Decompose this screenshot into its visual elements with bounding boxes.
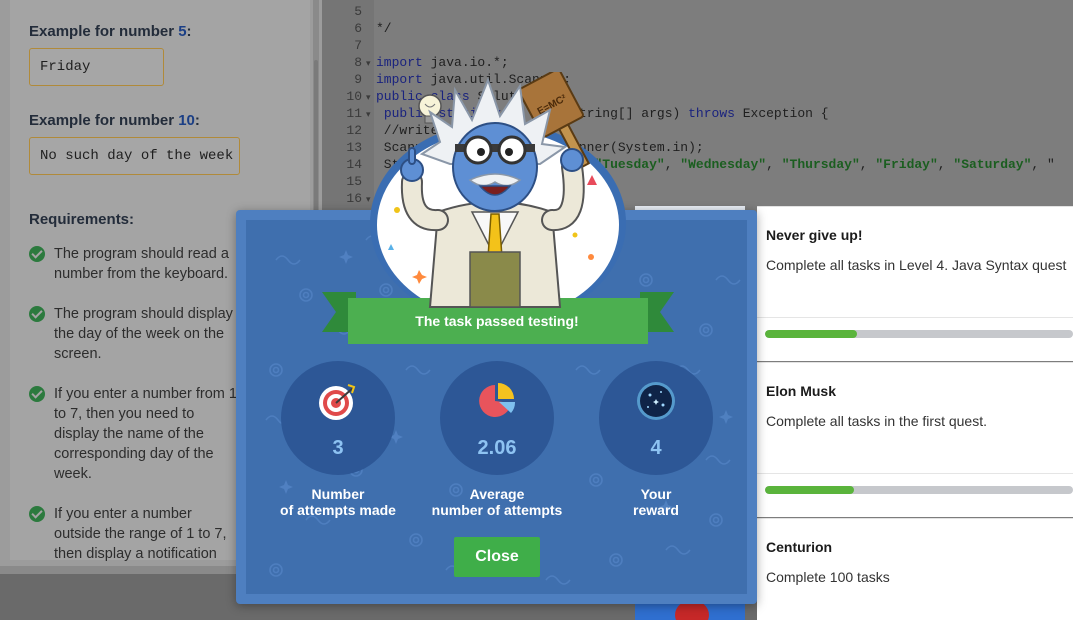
check-circle-icon: [29, 506, 45, 522]
achievement-title: Elon Musk: [766, 383, 837, 399]
attempts-made-value: 3: [332, 437, 344, 459]
attempts-made-stat: 3: [281, 361, 395, 475]
target-icon: [319, 384, 356, 420]
requirements-title: Requirements:: [29, 211, 135, 228]
average-attempts-stat: 2.06: [440, 361, 554, 475]
requirement-item: The program should read a number from th…: [29, 244, 239, 284]
check-circle-icon: [29, 246, 45, 262]
close-button[interactable]: Close: [454, 537, 540, 577]
requirement-item: The program should display the day of th…: [29, 304, 239, 364]
achievement-description: Complete all tasks in Level 4. Java Synt…: [766, 257, 1067, 273]
achievement-card: Never give up! Complete all tasks in Lev…: [757, 206, 1073, 361]
requirements-list: The program should read a number from th…: [29, 244, 239, 620]
achievement-card: Centurion Complete 100 tasks: [757, 518, 1073, 620]
example-10-label: Example for number 10:: [29, 112, 200, 129]
progress-fill: [765, 486, 855, 494]
progress-fill: [765, 330, 858, 338]
check-circle-icon: [29, 386, 45, 402]
average-attempts-value: 2.06: [477, 437, 517, 459]
fold-toggle-icon[interactable]: ▾: [366, 59, 376, 69]
code-text: */: [376, 21, 392, 36]
dark-matter-icon: [637, 382, 675, 420]
code-line[interactable]: 7: [322, 38, 376, 55]
requirement-item: If you enter a number from 1 to 7, then …: [29, 384, 239, 484]
reward-value: 4: [650, 437, 662, 459]
code-text: import java.io.*;: [376, 55, 509, 70]
check-circle-icon: [29, 306, 45, 322]
line-number: 6: [354, 21, 362, 36]
line-number: 7: [354, 38, 362, 53]
professor-mascot: E=MC²: [400, 72, 591, 308]
code-line[interactable]: 8 ▾ import java.io.*;: [322, 55, 509, 72]
code-line[interactable]: 5: [322, 4, 376, 21]
achievement-title: Never give up!: [766, 227, 863, 243]
line-number: 5: [354, 4, 362, 19]
example-5-output: Friday: [29, 48, 164, 86]
achievement-progress-bar: [765, 486, 1073, 494]
example-5-label: Example for number 5:: [29, 23, 192, 40]
task-passed-banner: The task passed testing!: [415, 313, 579, 329]
code-line[interactable]: 6 */: [322, 21, 392, 38]
achievement-description: Complete all tasks in the first quest.: [766, 413, 987, 429]
example-10-output: No such day of the week: [29, 137, 240, 175]
achievement-title: Centurion: [766, 539, 833, 555]
achievement-card: Elon Musk Complete all tasks in the firs…: [757, 362, 1073, 517]
achievement-description: Complete 100 tasks: [766, 569, 890, 585]
achievement-progress-bar: [765, 330, 1073, 338]
reward-label: Your reward: [633, 486, 679, 518]
pie-chart-icon: [479, 383, 516, 417]
reward-stat: 4: [599, 361, 713, 475]
line-number: 8: [354, 55, 362, 70]
